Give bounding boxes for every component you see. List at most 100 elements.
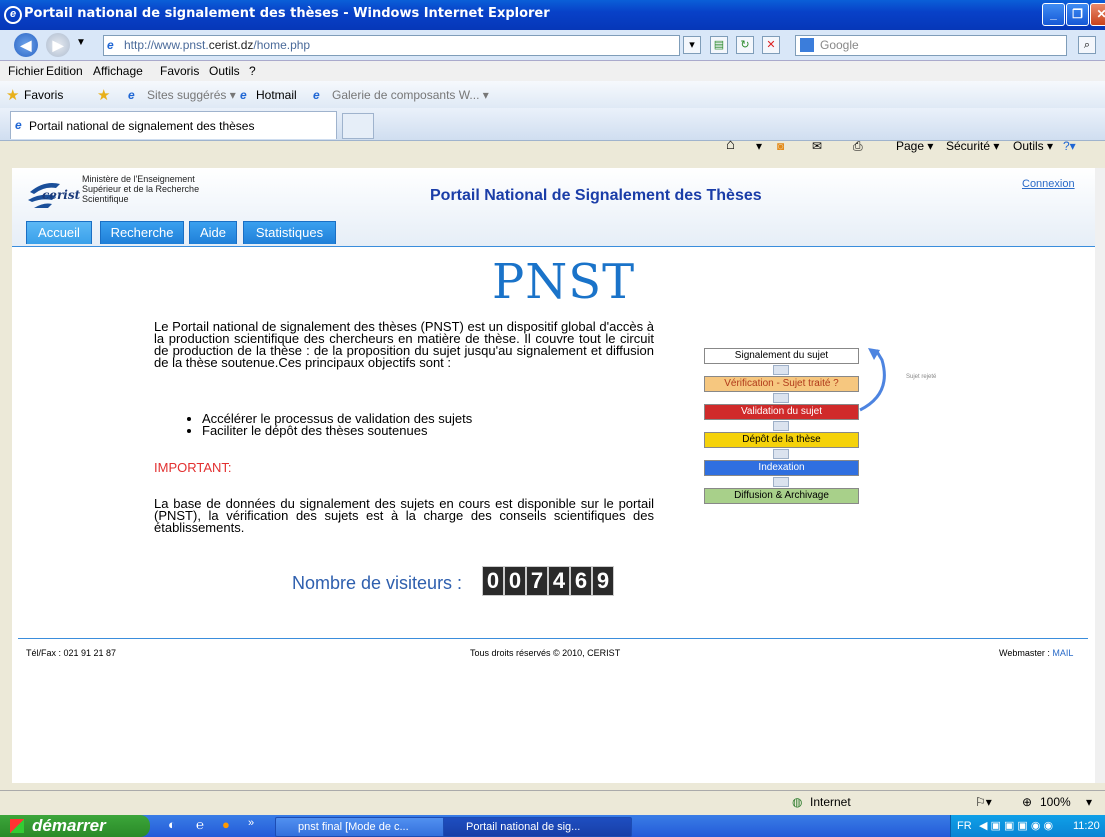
add-favorite-icon[interactable]: ★ [97, 86, 110, 104]
connexion-link[interactable]: Connexion [1022, 178, 1075, 190]
flow-step-validation: Validation du sujet [704, 404, 859, 420]
page-menu[interactable]: Page ▾ [896, 139, 933, 153]
zoom-icon: ⊕ [1022, 795, 1033, 809]
pnst-logo: PNST [492, 254, 636, 310]
task-pnst-final[interactable]: pnst final [Mode de c... [275, 817, 449, 837]
list-item: Faciliter le dépôt des thèses soutenues [202, 424, 472, 437]
globe-icon: ◍ [792, 795, 803, 809]
tab-active[interactable]: e Portail national de signalement des th… [10, 111, 337, 139]
visitor-digit: 9 [592, 566, 614, 596]
address-toolbar: ◀ ▶ ▼ e http://www.pnst.cerist.dz/home.p… [0, 30, 1105, 61]
tab-label: Portail national de signalement des thès… [29, 119, 255, 133]
address-input[interactable]: e http://www.pnst.cerist.dz/home.php [103, 35, 680, 56]
flow-side-label: Sujet rejeté [906, 374, 937, 380]
visitor-digit: 0 [482, 566, 504, 596]
ie-icon: e [4, 6, 22, 24]
menu-bar: Fichier Edition Affichage Favoris Outils… [0, 61, 1105, 81]
fav-sites-suggeres[interactable]: Sites suggérés ▾ [147, 88, 236, 102]
refresh-icon[interactable]: ↻ [736, 36, 754, 54]
window-title-bar: e Portail national de signalement des th… [0, 0, 1105, 30]
tab-bar: e Portail national de signalement des th… [0, 108, 1105, 141]
quicklaunch-icon[interactable]: ◐ [168, 817, 176, 832]
quicklaunch-ie-icon[interactable]: ℮ [196, 817, 204, 832]
ie-page-icon: e [240, 88, 247, 102]
search-input[interactable]: Google [795, 35, 1067, 56]
address-dropdown-icon[interactable]: ▾ [683, 36, 701, 54]
menu-favoris[interactable]: Favoris [160, 64, 199, 78]
cerist-logo[interactable]: cerist [26, 174, 80, 214]
important-heading: IMPORTANT: [154, 460, 232, 475]
menu-help[interactable]: ? [249, 64, 256, 78]
nav-aide[interactable]: Aide [189, 221, 237, 244]
forward-button[interactable]: ▶ [46, 33, 70, 57]
flow-step-indexation: Indexation [704, 460, 859, 476]
fav-galerie[interactable]: Galerie de composants W... ▾ [332, 88, 489, 102]
zoom-dropdown-icon[interactable]: ▾ [1086, 795, 1092, 809]
menu-affichage[interactable]: Affichage [93, 64, 143, 78]
back-button[interactable]: ◀ [14, 33, 38, 57]
flow-step-diffusion: Diffusion & Archivage [704, 488, 859, 504]
site-header: cerist Ministère de l'Enseignement Supér… [12, 168, 1095, 247]
menu-edition[interactable]: Edition [46, 64, 83, 78]
objectives-list: Accélérer le processus de validation des… [190, 412, 472, 437]
stop-icon[interactable]: ✕ [762, 36, 780, 54]
tools-menu[interactable]: Outils ▾ [1013, 139, 1053, 153]
visitor-digit: 7 [526, 566, 548, 596]
print-icon[interactable]: ⎙ [853, 139, 863, 154]
flow-arrow [773, 449, 789, 459]
workflow-diagram: Signalement du sujet Vérification - Suje… [702, 346, 982, 516]
menu-fichier[interactable]: Fichier [8, 64, 44, 78]
new-tab-button[interactable] [342, 113, 374, 139]
visitor-digit: 0 [504, 566, 526, 596]
quicklaunch-more-icon[interactable]: » [248, 817, 254, 829]
close-button[interactable]: ✕ [1090, 3, 1105, 26]
home-icon[interactable]: ⌂ [726, 136, 735, 153]
google-icon [800, 38, 814, 52]
home-dropdown-icon[interactable]: ▾ [756, 139, 762, 153]
history-dropdown-icon[interactable]: ▼ [76, 37, 86, 48]
quicklaunch-firefox-icon[interactable]: ● [222, 817, 230, 832]
start-button[interactable]: démarrer [0, 815, 150, 837]
flow-arrow [773, 393, 789, 403]
intro-paragraph: Le Portail national de signalement des t… [154, 319, 654, 370]
maximize-button[interactable]: ❐ [1066, 3, 1089, 26]
help-icon[interactable]: ?▾ [1063, 139, 1076, 153]
flow-step-depot: Dépôt de la thèse [704, 432, 859, 448]
footer-copyright: Tous droits réservés © 2010, CERIST [470, 648, 621, 658]
nav-recherche[interactable]: Recherche [100, 221, 184, 244]
minimize-button[interactable]: _ [1042, 3, 1065, 26]
menu-outils[interactable]: Outils [209, 64, 240, 78]
window-title: Portail national de signalement des thès… [24, 6, 550, 21]
zoom-level[interactable]: 100% [1040, 795, 1071, 809]
ministry-text: Ministère de l'Enseignement Supérieur et… [82, 174, 200, 204]
protected-mode-icon[interactable]: ⚐▾ [975, 795, 992, 809]
visitor-label: Nombre de visiteurs : [292, 573, 463, 593]
search-icon[interactable]: ⌕ [1078, 36, 1096, 54]
footer-webmaster: Webmaster : MAIL [999, 648, 1074, 658]
nav-statistiques[interactable]: Statistiques [243, 221, 336, 244]
security-menu[interactable]: Sécurité ▾ [946, 139, 999, 153]
favorites-bar: ★ Favoris ★ e Sites suggérés ▾ e Hotmail… [0, 81, 1105, 109]
flow-step-signalement: Signalement du sujet [704, 348, 859, 364]
language-indicator[interactable]: FR [957, 815, 972, 837]
mail-link[interactable]: MAIL [1052, 648, 1073, 658]
task-portail[interactable]: Portail national de sig... [443, 817, 632, 837]
vertical-scrollbar[interactable] [1095, 168, 1105, 783]
flow-step-verification: Vérification - Sujet traité ? [704, 376, 859, 392]
compatibility-icon[interactable]: ▤ [710, 36, 728, 54]
favorites-button[interactable]: Favoris [24, 88, 63, 102]
feeds-icon[interactable]: ◙ [777, 139, 784, 153]
ie-page-icon: e [128, 88, 135, 102]
zone-label: Internet [810, 795, 851, 809]
flow-arrow [773, 477, 789, 487]
fav-hotmail[interactable]: Hotmail [256, 88, 297, 102]
clock[interactable]: 11:20 [1073, 815, 1100, 837]
nav-accueil[interactable]: Accueil [26, 221, 92, 244]
flow-return-arrow [859, 348, 886, 412]
footer-contact: Tél/Fax : 021 91 21 87 [26, 648, 117, 658]
mail-icon[interactable]: ✉ [812, 139, 822, 153]
page-icon: e [107, 38, 114, 52]
tray-icons[interactable]: ◀ ▣ ▣ ▣ ◉ ◉ [979, 815, 1053, 837]
windows-logo-icon [10, 819, 24, 833]
ie-tab-icon: e [15, 118, 22, 132]
